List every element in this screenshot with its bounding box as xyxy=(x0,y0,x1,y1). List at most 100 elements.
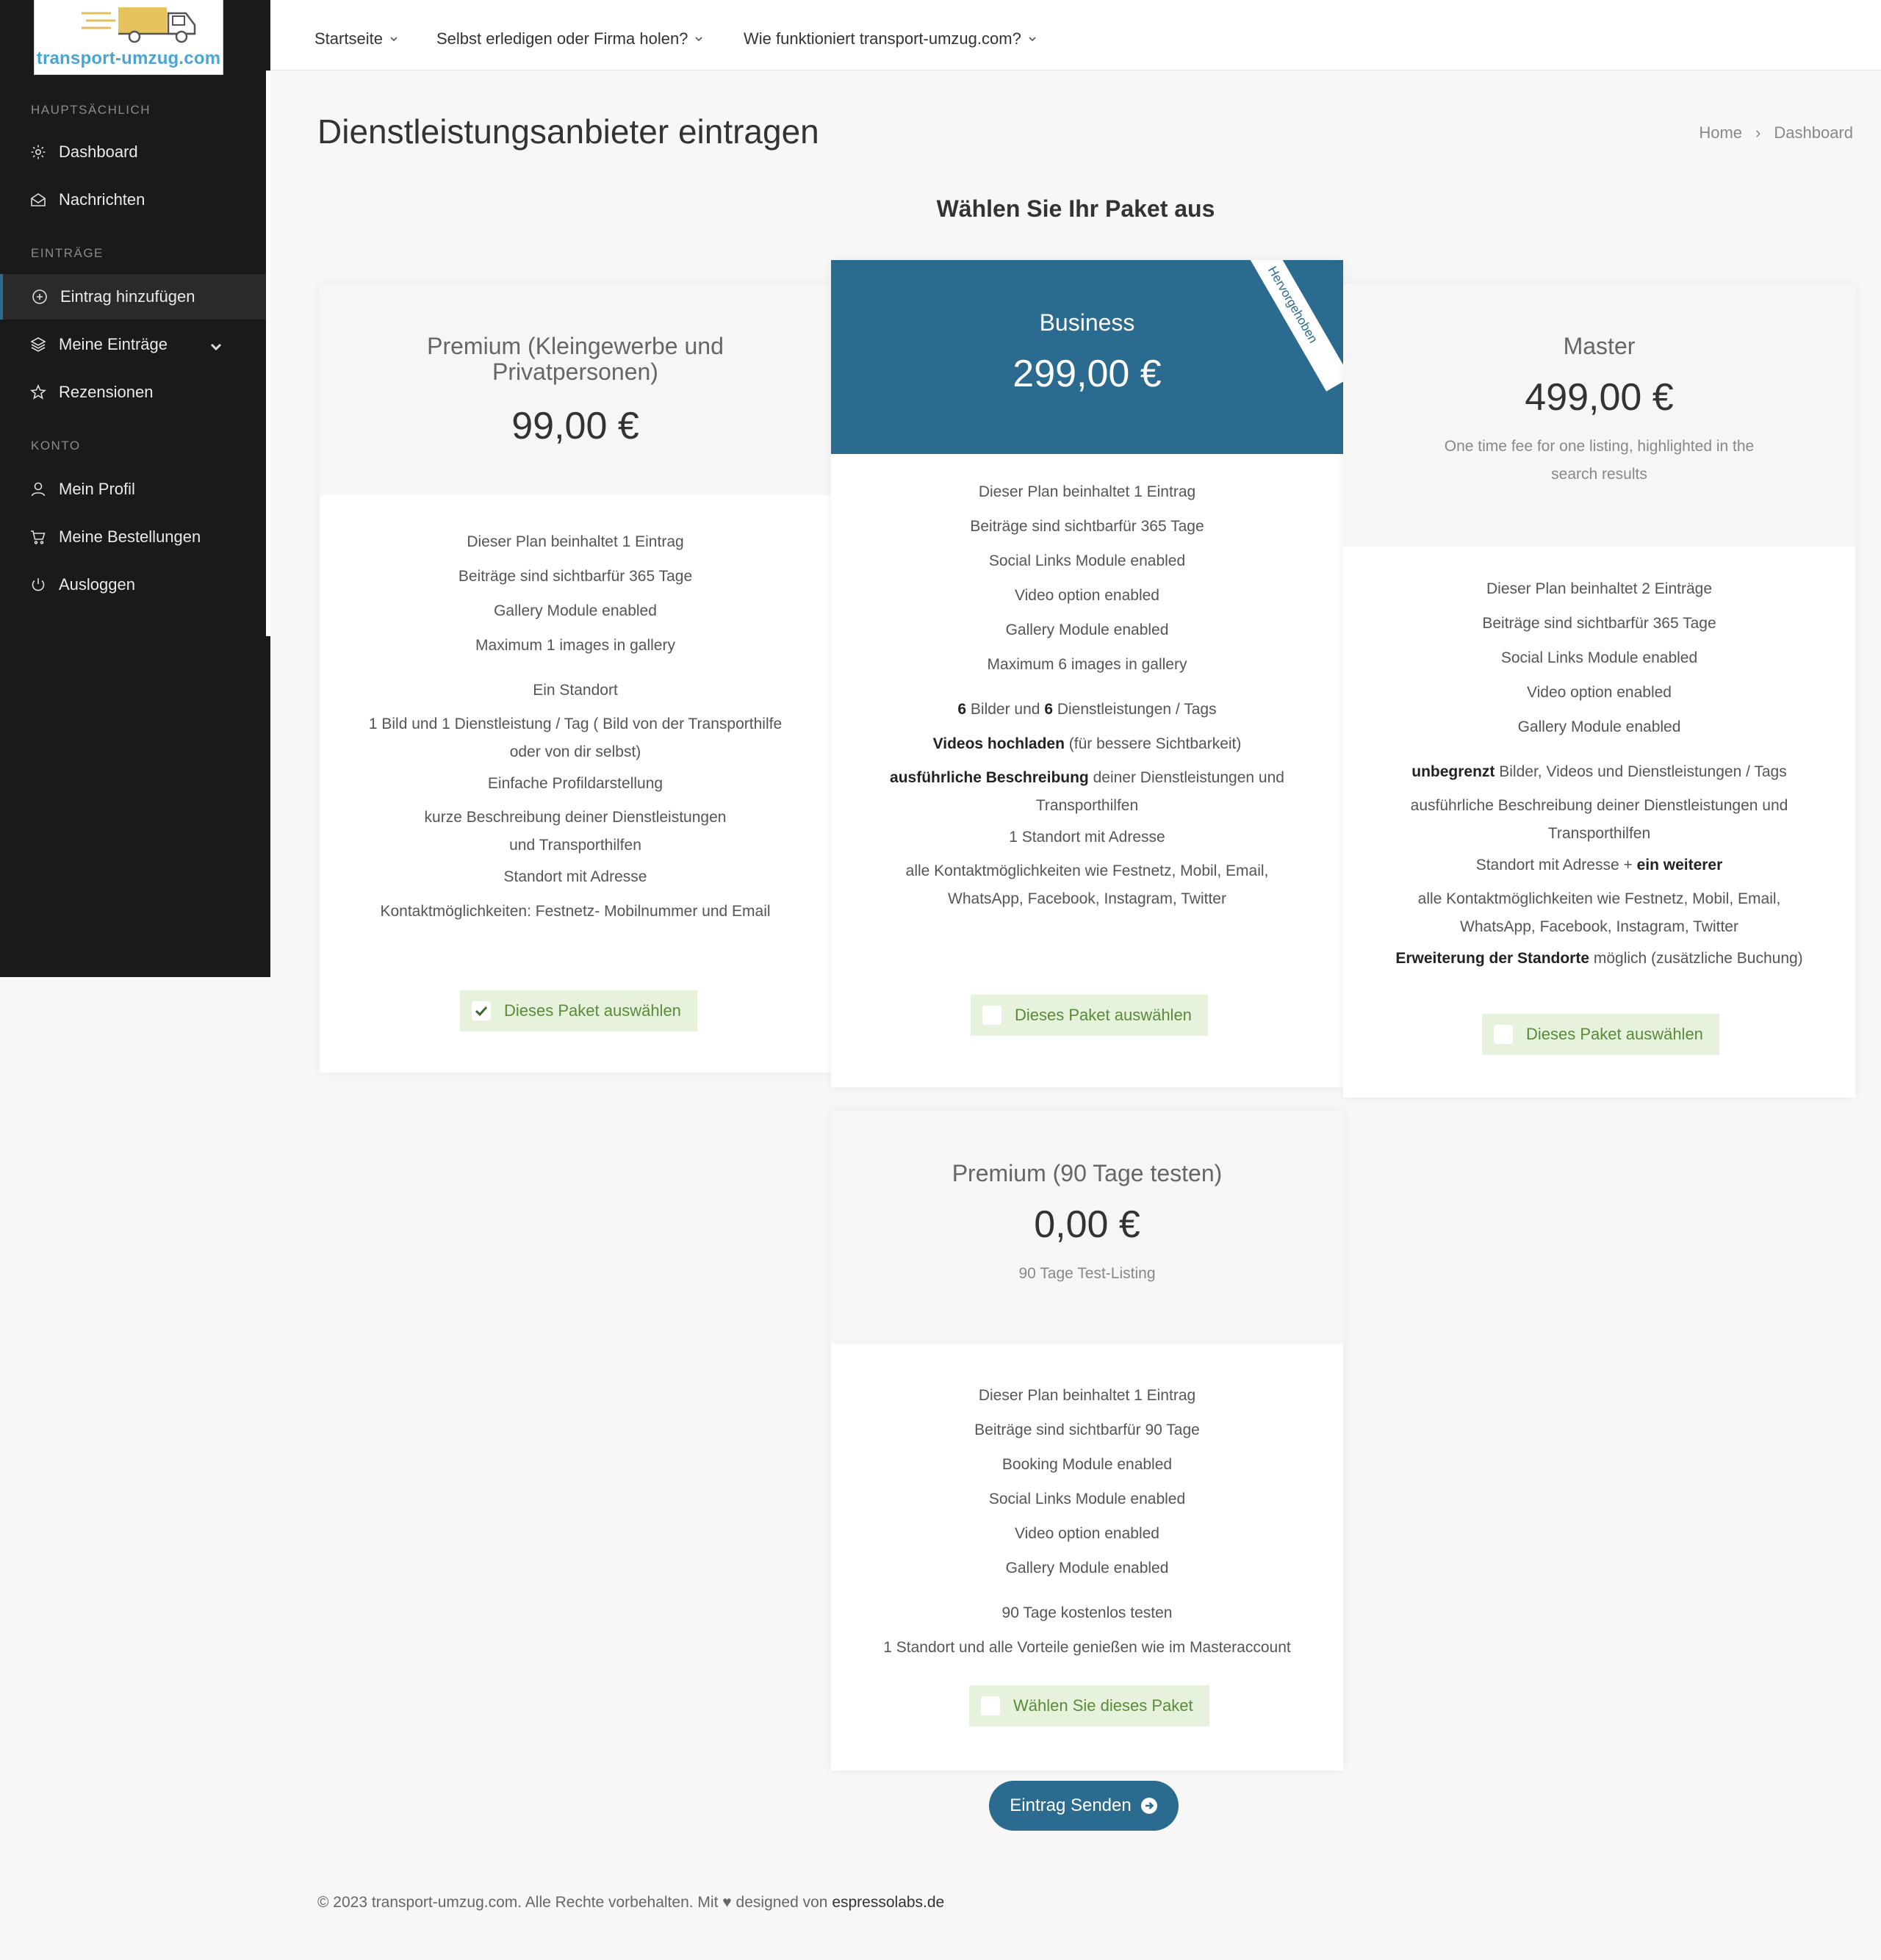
select-plan-master-button[interactable]: Dieses Paket auswählen xyxy=(1482,1014,1719,1055)
power-icon xyxy=(32,578,45,591)
feature-text: Bilder und xyxy=(966,701,1045,718)
feature-item: 1 Bild und 1 Dienstleistung / Tag ( Bild… xyxy=(368,716,783,732)
feature-item: Maximum 6 images in gallery xyxy=(987,656,1187,673)
sidebar-item-messages[interactable]: Nachrichten xyxy=(0,177,266,223)
feature-item: 6 Bilder und 6 Dienstleistungen / Tags xyxy=(831,692,1343,727)
topnav-home[interactable]: Startseite xyxy=(314,29,399,48)
nav-section-main: HAUPTSÄCHLICH xyxy=(31,103,151,117)
feature-item: WhatsApp, Facebook, Instagram, Twitter xyxy=(1460,918,1738,935)
button-label: Dieses Paket auswählen xyxy=(504,1001,681,1020)
plan-price: 99,00 € xyxy=(511,405,639,448)
chevron-down-icon xyxy=(1029,37,1036,42)
feature-item: und Transporthilfen xyxy=(509,837,641,854)
plus-circle-icon xyxy=(32,289,47,304)
plan-name-line: Premium (Kleingewerbe und xyxy=(427,333,724,359)
feature-emphasis: ein weiterer xyxy=(1636,857,1723,873)
plan-features: Dieser Plan beinhaltet 1 Eintrag Beiträg… xyxy=(831,454,1343,913)
plan-header: Premium (Kleingewerbe und Privatpersonen… xyxy=(320,284,831,495)
sidebar-item-label: Meine Einträge xyxy=(59,335,168,353)
feature-item: Gallery Module enabled xyxy=(1517,718,1681,735)
chevron-down-icon xyxy=(390,37,398,42)
feature-item: Dieser Plan beinhaltet 2 Einträge xyxy=(1486,580,1713,597)
plan-name: Master xyxy=(1563,333,1636,359)
logo[interactable]: transport-umzug.com xyxy=(34,0,223,75)
sidebar-item-label: Eintrag hinzufügen xyxy=(60,287,195,306)
feature-text: möglich (zusätzliche Buchung) xyxy=(1589,950,1803,967)
checkbox xyxy=(472,1001,491,1020)
feature-item: Beiträge sind sichtbarfür 365 Tage xyxy=(458,568,693,585)
nav-section-entries: EINTRÄGE xyxy=(31,246,104,260)
plan-name: Premium (Kleingewerbe und Privatpersonen… xyxy=(320,333,831,386)
plan-price: 299,00 € xyxy=(1013,353,1162,396)
feature-item: Social Links Module enabled xyxy=(988,552,1186,569)
feature-emphasis: Erweiterung der Standorte xyxy=(1395,950,1590,967)
breadcrumb-current: Dashboard xyxy=(1774,123,1853,142)
feature-item: Standort mit Adresse xyxy=(503,868,647,885)
select-plan-business-button[interactable]: Dieses Paket auswählen xyxy=(971,995,1208,1036)
topnav-label: Startseite xyxy=(314,29,383,48)
plan-header: Business 299,00 € xyxy=(831,260,1343,454)
plan-name-line: Privatpersonen) xyxy=(492,359,658,386)
feature-item: 90 Tage kostenlos testen xyxy=(1001,1604,1173,1621)
feature-item: 1 Standort mit Adresse xyxy=(1009,829,1165,846)
plan-name: Business xyxy=(1039,309,1135,336)
submit-entry-button[interactable]: Eintrag Senden xyxy=(989,1781,1179,1831)
footer-brand-link[interactable]: espressolabs.de xyxy=(832,1894,944,1911)
feature-item: Maximum 1 images in gallery xyxy=(475,637,675,654)
feature-item: Gallery Module enabled xyxy=(1005,1560,1169,1577)
sidebar-item-profile[interactable]: Mein Profil xyxy=(0,466,266,512)
sidebar-item-add-entry[interactable]: Eintrag hinzufügen xyxy=(0,274,266,320)
feature-emphasis: unbegrenzt xyxy=(1411,763,1495,780)
sidebar-item-label: Mein Profil xyxy=(59,480,135,498)
gear-icon xyxy=(31,145,46,159)
nav-section-account: KONTO xyxy=(31,439,81,453)
button-label: Dieses Paket auswählen xyxy=(1015,1006,1192,1024)
select-plan-premium-button[interactable]: Dieses Paket auswählen xyxy=(460,990,697,1031)
plan-features: Dieser Plan beinhaltet 1 Eintrag Beiträg… xyxy=(320,495,831,929)
truck-logo-icon xyxy=(82,7,196,43)
topnav-diy[interactable]: Selbst erledigen oder Firma holen? xyxy=(436,29,704,48)
sidebar-item-orders[interactable]: Meine Bestellungen xyxy=(0,514,266,560)
sidebar-item-dashboard[interactable]: Dashboard xyxy=(0,129,266,175)
plan-price: 499,00 € xyxy=(1525,376,1674,419)
checkbox xyxy=(1494,1025,1513,1044)
feature-item: oder von dir selbst) xyxy=(509,743,641,760)
breadcrumb: Home › Dashboard xyxy=(1699,123,1853,143)
feature-item: unbegrenzt Bilder, Videos und Dienstleis… xyxy=(1343,754,1855,789)
feature-item: Beiträge sind sichtbarfür 365 Tage xyxy=(970,518,1204,535)
sidebar-item-logout[interactable]: Ausloggen xyxy=(0,562,266,608)
feature-item: Transporthilfen xyxy=(1547,825,1651,842)
select-plan-trial-button[interactable]: Wählen Sie dieses Paket xyxy=(969,1685,1209,1726)
sidebar-item-reviews[interactable]: Rezensionen xyxy=(0,370,266,415)
plan-name: Premium (90 Tage testen) xyxy=(952,1160,1223,1186)
chevron-down-icon xyxy=(210,343,222,351)
topnav-label: Selbst erledigen oder Firma holen? xyxy=(436,29,688,48)
star-icon xyxy=(29,383,47,400)
feature-text: (für bessere Sichtbarkeit) xyxy=(1064,735,1242,752)
plan-card-master: Master 499,00 € One time fee for one lis… xyxy=(1343,284,1855,1098)
feature-item: Social Links Module enabled xyxy=(988,1491,1186,1507)
arrow-circle-right-icon xyxy=(1140,1798,1157,1814)
feature-text: deiner Dienstleistungen und xyxy=(1088,769,1284,786)
feature-emphasis: 6 xyxy=(1044,701,1053,718)
sidebar-item-my-entries[interactable]: Meine Einträge xyxy=(0,322,266,367)
sidebar: transport-umzug.com HAUPTSÄCHLICH Dashbo… xyxy=(0,0,270,977)
footer-copyright: © 2023 transport-umzug.com. Alle Rechte … xyxy=(317,1894,832,1911)
plan-price: 0,00 € xyxy=(1034,1203,1140,1247)
feature-item: Gallery Module enabled xyxy=(1005,621,1169,638)
check-icon xyxy=(475,1006,488,1017)
feature-text: Bilder, Videos und Dienstleistungen / Ta… xyxy=(1495,763,1787,780)
feature-item: Social Links Module enabled xyxy=(1500,649,1698,666)
feature-item: Erweiterung der Standorte möglich (zusät… xyxy=(1343,941,1855,976)
plan-description: 90 Tage Test-Listing xyxy=(1018,1265,1156,1283)
breadcrumb-home[interactable]: Home xyxy=(1699,123,1742,143)
feature-item: kurze Beschreibung deiner Dienstleistung… xyxy=(424,809,727,826)
feature-item: Booking Module enabled xyxy=(1001,1456,1173,1473)
envelope-open-icon xyxy=(31,193,46,206)
feature-emphasis: ausführliche Beschreibung xyxy=(890,769,1089,786)
user-icon xyxy=(31,482,46,497)
plan-features: Dieser Plan beinhaltet 1 Eintrag Beiträg… xyxy=(831,1344,1343,1665)
feature-item: Video option enabled xyxy=(1015,587,1159,604)
checkbox xyxy=(981,1696,1000,1715)
topnav-how[interactable]: Wie funktioniert transport-umzug.com? xyxy=(744,29,1037,48)
